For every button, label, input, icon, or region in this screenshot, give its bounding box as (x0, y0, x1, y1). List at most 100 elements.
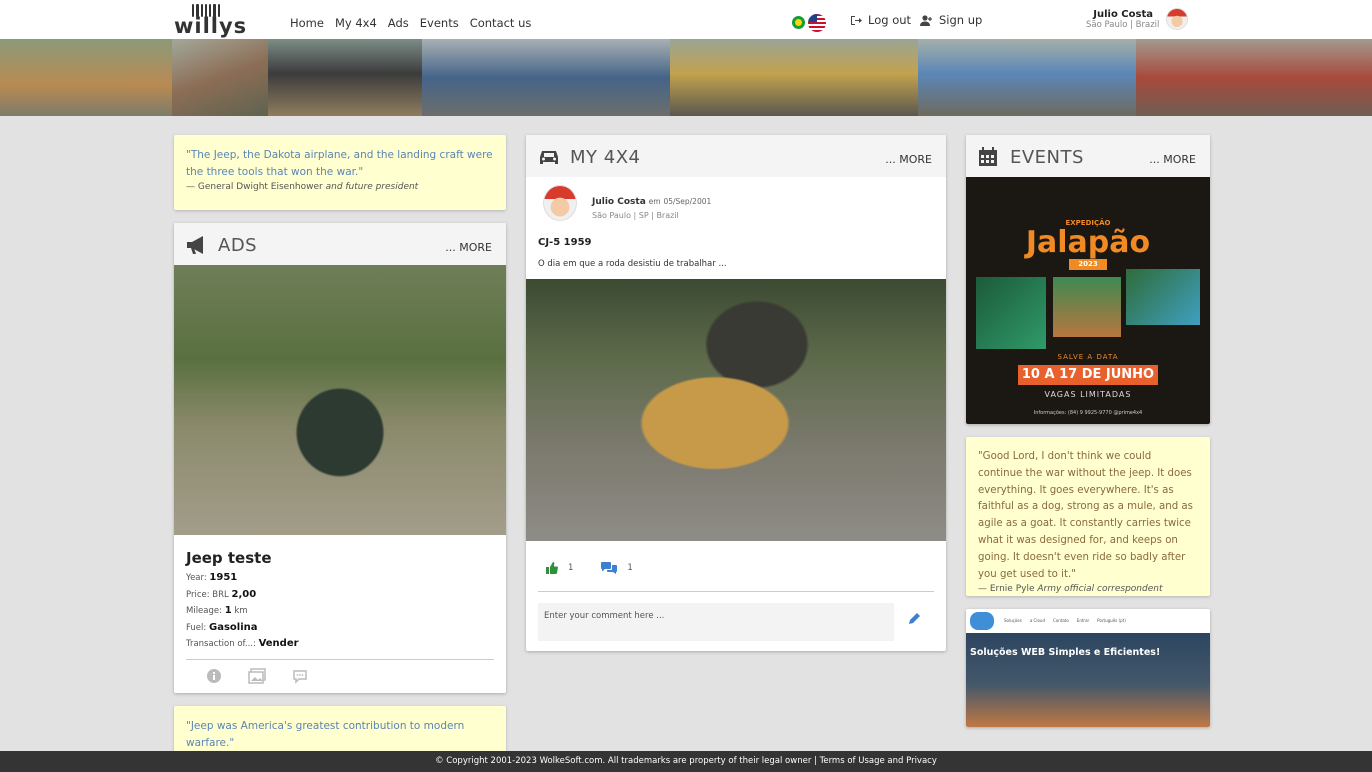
quote-author: — General Dwight Eisenhower (186, 182, 323, 192)
gallery-icon[interactable] (248, 667, 266, 684)
ad-item-title[interactable]: Jeep teste (186, 549, 494, 567)
ads-card: ADS ... MORE Jeep teste Year: 1951 Price… (174, 223, 506, 693)
quote-author-line: — Ernie Pyle Army official correspondent (978, 584, 1198, 594)
comment-count: 1 (627, 563, 633, 573)
like-count: 1 (568, 563, 574, 573)
like-button[interactable]: 1 (546, 562, 573, 574)
ad-banner-menu: Soluções a Cloud Contato Entrar Português (p… (966, 609, 1210, 633)
ad-price: Price: BRL 2,00 (186, 588, 257, 600)
post-divider (538, 591, 934, 592)
post-text: O dia em que a roda desistiu de trabalha… (538, 259, 727, 269)
comments-button[interactable]: 1 (601, 562, 633, 574)
ad-banner-headline: Soluções WEB Simples e Eficientes! (970, 647, 1161, 658)
car-icon (540, 151, 558, 164)
nav-contact[interactable]: Contact us (470, 16, 532, 30)
post-reactions: 1 1 (546, 562, 633, 574)
my4x4-card-header: MY 4X4 ... MORE (526, 135, 946, 177)
ad-actions (186, 658, 494, 684)
banner-photo-6 (918, 39, 1136, 116)
brazil-flag-icon[interactable] (792, 16, 805, 29)
main-nav: Home My 4x4 Ads Events Contact us (290, 16, 531, 30)
ad-year: Year: 1951 (186, 572, 238, 583)
comment-icon[interactable] (292, 668, 308, 684)
quote-author-role: Army official correspondent (1037, 584, 1163, 595)
info-icon[interactable] (206, 668, 222, 684)
banner-photo-7 (1136, 39, 1372, 116)
post-jeep-photo[interactable] (526, 279, 946, 541)
ad-mileage: Mileage: 1 km (186, 605, 248, 616)
logo-text: willys (174, 14, 248, 38)
signup-label: Sign up (939, 13, 983, 27)
ads-card-header: ADS ... MORE (174, 223, 506, 265)
poster-title: Jalapão (1025, 225, 1151, 260)
nav-events[interactable]: Events (420, 16, 459, 30)
cloud-logo-icon (970, 612, 994, 630)
user-name: Julio Costa (1093, 9, 1153, 20)
poster-photo-1 (976, 277, 1046, 349)
nav-home[interactable]: Home (290, 16, 324, 30)
thumbs-up-icon (546, 562, 558, 574)
post-author-line: Julio Costa em 05/Sep/2001 (592, 197, 711, 207)
poster-photo-3 (1126, 269, 1200, 325)
wolkesoft-ad-card[interactable]: Soluções a Cloud Contato Entrar Português (p… (966, 609, 1210, 727)
ad-banner-nav: Soluções a Cloud Contato Entrar Português (p… (1004, 618, 1126, 623)
comment-input[interactable]: Enter your comment here ... (538, 603, 894, 641)
poster-info: Informações: (84) 9 9925-9770 @prime4x4 (1033, 410, 1143, 416)
ads-more-link[interactable]: ... MORE (445, 241, 492, 254)
logout-link[interactable]: Log out (850, 13, 911, 27)
ad-fuel: Fuel: Gasolina (186, 621, 258, 633)
top-navbar: willys Home My 4x4 Ads Events Contact us… (0, 0, 1372, 39)
footer-terms-link[interactable]: Terms of Usage and Privacy (820, 756, 937, 766)
footer: © Copyright 2001-2023 WolkeSoft.com. All… (0, 751, 1372, 772)
us-flag-icon[interactable] (808, 14, 826, 32)
quote-text: "Good Lord, I don't think we could conti… (978, 451, 1193, 580)
add-user-icon (920, 14, 932, 26)
quote-card-pyle: "Good Lord, I don't think we could conti… (966, 437, 1210, 596)
calendar-icon (979, 147, 997, 166)
post-date-prefix: em (648, 197, 661, 206)
ad-jeep-photo[interactable] (174, 265, 506, 535)
logout-icon (851, 15, 862, 25)
signup-link[interactable]: Sign up (920, 13, 982, 27)
banner-photo-4 (422, 39, 670, 116)
post-author-avatar[interactable] (543, 185, 577, 221)
nav-ads[interactable]: Ads (388, 16, 409, 30)
events-card: EVENTS ... MORE EXPEDIÇÃO Jalapão 2023 S… (966, 135, 1210, 424)
quote-author: — Ernie Pyle (978, 584, 1035, 595)
banner-photo-1 (0, 39, 172, 116)
header-banner (0, 39, 1372, 116)
nav-my4x4[interactable]: My 4x4 (335, 16, 377, 30)
events-title: EVENTS (1010, 147, 1084, 168)
banner-photo-3 (268, 39, 422, 116)
logout-label: Log out (868, 13, 912, 27)
my4x4-title: MY 4X4 (570, 147, 641, 168)
banner-photo-5 (670, 39, 918, 116)
events-more-link[interactable]: ... MORE (1149, 153, 1196, 166)
ad-banner-hero: Soluções WEB Simples e Eficientes! (966, 633, 1210, 727)
ad-details: Jeep teste Year: 1951 Price: BRL 2,00 Mi… (174, 535, 506, 653)
post-location: São Paulo | SP | Brazil (592, 211, 679, 220)
post-author-name[interactable]: Julio Costa (592, 197, 646, 207)
quote-author-role: and future president (325, 182, 419, 192)
user-location: São Paulo | Brazil (1086, 20, 1160, 30)
my4x4-card: MY 4X4 ... MORE Julio Costa em 05/Sep/20… (526, 135, 946, 651)
user-info[interactable]: Julio Costa São Paulo | Brazil (1086, 9, 1160, 30)
poster-save-date: SALVE A DATA (1057, 353, 1119, 361)
poster-dates: 10 A 17 DE JUNHO (1018, 365, 1158, 385)
pencil-icon[interactable] (908, 612, 921, 625)
post-title[interactable]: CJ-5 1959 (538, 237, 591, 248)
banner-photo-2 (172, 39, 268, 116)
events-card-header: EVENTS ... MORE (966, 135, 1210, 177)
ads-title: ADS (218, 235, 258, 256)
poster-photo-2 (1053, 277, 1121, 337)
post-date: 05/Sep/2001 (663, 197, 712, 206)
user-avatar[interactable] (1166, 8, 1188, 30)
megaphone-icon (187, 236, 203, 254)
willys-logo[interactable]: willys (174, 4, 248, 38)
post-author-info: Julio Costa em 05/Sep/2001 São Paulo | S… (592, 197, 711, 220)
poster-year: 2023 (1069, 259, 1107, 270)
quote-text: "The Jeep, the Dakota airplane, and the … (186, 149, 493, 178)
my4x4-more-link[interactable]: ... MORE (885, 153, 932, 166)
quote-author-line: — General Dwight Eisenhower and future p… (186, 182, 494, 192)
event-poster[interactable]: EXPEDIÇÃO Jalapão 2023 SALVE A DATA 10 A… (966, 177, 1210, 424)
